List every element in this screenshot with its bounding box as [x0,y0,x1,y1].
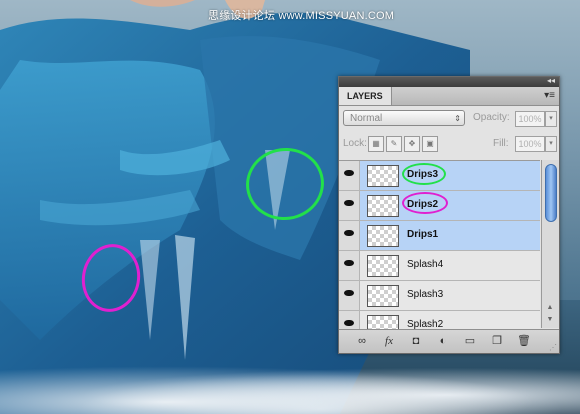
tab-layers[interactable]: LAYERS [339,87,392,105]
layer-name: Splash4 [407,259,444,270]
mask-icon[interactable]: ◘ [409,334,423,348]
lock-brush-icon[interactable]: ✎ [386,136,402,152]
layer-thumbnail [367,285,399,307]
eye-icon[interactable] [339,251,360,280]
select-arrows-icon: ⇕ [454,114,461,123]
lock-label: Lock: [343,138,367,149]
layer-name: Drips1 [407,229,439,240]
layer-row[interactable]: Drips1 [339,221,540,251]
fx-icon[interactable]: fx [382,334,396,348]
opacity-field[interactable]: 100% [515,111,545,127]
layer-thumbnail [367,165,399,187]
blend-mode-value: Normal [350,113,383,124]
panel-footer: ∞ fx ◘ ◐ ▭ ❐ 🗑 ⋰ [339,329,559,353]
layer-thumbnail [367,225,399,247]
opacity-dropdown-icon[interactable]: ▾ [545,111,557,127]
annotation-circle-magenta [402,192,448,214]
watermark-text: 思缘设计论坛 www.MISSYUAN.COM [208,10,395,22]
lock-all-icon[interactable]: ▣ [422,136,438,152]
sea-foam [0,360,580,414]
lock-row: Lock: ▦ ✎ ✥ ▣ Fill: 100% ▾ [343,136,557,152]
trash-icon[interactable]: 🗑 [517,334,531,348]
layer-thumbnail [367,315,399,329]
layer-row[interactable]: Splash2 [339,311,540,329]
eye-icon[interactable] [339,191,360,220]
layer-name: Splash3 [407,289,444,300]
scroll-down-icon[interactable]: ▼ [545,316,555,324]
opacity-label: Opacity: [473,112,510,123]
panel-tab-row: LAYERS ▾≡ [339,87,559,106]
layers-scrollbar[interactable]: ▲ ▼ [541,160,559,328]
panel-menu-icon[interactable]: ▾≡ [544,90,555,101]
fill-label: Fill: [493,138,509,149]
scrollbar-thumb[interactable] [545,164,557,222]
resize-grip-icon[interactable]: ⋰ [549,343,557,352]
link-icon[interactable]: ∞ [355,334,369,348]
lock-transparency-icon[interactable]: ▦ [368,136,384,152]
eye-icon[interactable] [339,281,360,310]
blend-mode-select[interactable]: Normal ⇕ [343,110,465,126]
annotation-circle-green [402,163,446,185]
fill-field[interactable]: 100% [515,136,545,152]
eye-icon[interactable] [339,311,360,329]
layers-list: Drips3 Drips2 Drips1 Splash4 Splash3 Spl… [339,160,540,329]
layer-row[interactable]: Splash4 [339,251,540,281]
adjustment-icon[interactable]: ◐ [436,334,450,348]
layers-panel: ◂◂ LAYERS ▾≡ Normal ⇕ Opacity: 100% ▾ Lo… [338,76,560,354]
eye-icon[interactable] [339,161,360,190]
folder-icon[interactable]: ▭ [463,334,477,348]
layer-thumbnail [367,255,399,277]
lock-move-icon[interactable]: ✥ [404,136,420,152]
panel-titlebar[interactable]: ◂◂ [339,76,559,87]
collapse-icon[interactable]: ◂◂ [547,76,555,85]
fill-dropdown-icon[interactable]: ▾ [545,136,557,152]
layer-row[interactable]: Splash3 [339,281,540,311]
layer-thumbnail [367,195,399,217]
blend-row: Normal ⇕ Opacity: 100% ▾ [343,110,557,128]
scroll-up-icon[interactable]: ▲ [545,304,555,312]
eye-icon[interactable] [339,221,360,250]
new-layer-icon[interactable]: ❐ [490,334,504,348]
layer-name: Splash2 [407,319,444,329]
